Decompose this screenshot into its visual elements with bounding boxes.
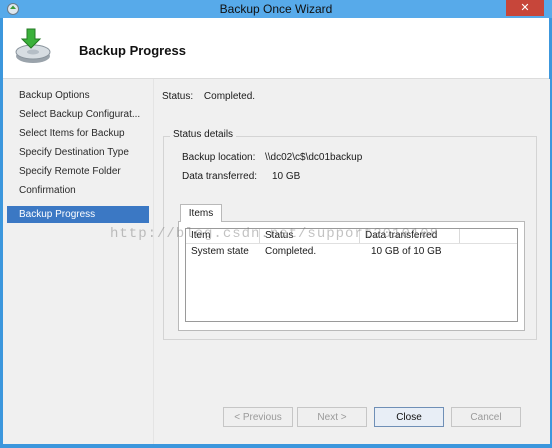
wizard-content: Status: Completed. Status details Backup…	[153, 79, 550, 444]
next-button[interactable]: Next >	[297, 407, 367, 427]
wizard-window: Backup Once Wizard ✕ Backup Progress Bac…	[0, 0, 552, 448]
data-transferred-value: 10 GB	[272, 171, 301, 182]
nav-step-select-items[interactable]: Select Items for Backup	[7, 125, 149, 142]
nav-step-confirmation[interactable]: Confirmation	[7, 182, 149, 199]
previous-button[interactable]: < Previous	[223, 407, 293, 427]
page-title: Backup Progress	[79, 43, 186, 58]
table-header: Item Status Data transferred	[186, 229, 517, 244]
nav-step-select-backup-configuration[interactable]: Select Backup Configurat...	[7, 106, 149, 123]
tab-items[interactable]: Items	[180, 204, 222, 222]
close-button[interactable]: Close	[374, 407, 444, 427]
nav-step-backup-progress[interactable]: Backup Progress	[7, 206, 149, 223]
wizard-body: Backup Progress Backup Options Select Ba…	[3, 18, 550, 444]
window-title: Backup Once Wizard	[219, 2, 333, 16]
cancel-button[interactable]: Cancel	[451, 407, 521, 427]
cell-item: System state	[191, 246, 249, 257]
items-table[interactable]: Item Status Data transferred System stat…	[185, 228, 518, 322]
data-transferred-label: Data transferred:	[182, 171, 258, 182]
nav-step-backup-options[interactable]: Backup Options	[7, 87, 149, 104]
items-tab-panel: Item Status Data transferred System stat…	[178, 221, 525, 331]
status-label: Status:	[162, 91, 194, 102]
close-window-button[interactable]: ✕	[506, 0, 544, 16]
backup-disk-arrow-icon	[15, 28, 51, 63]
column-header-data-transferred[interactable]: Data transferred	[360, 229, 460, 243]
status-value: Completed.	[203, 91, 256, 102]
backup-location-value: \\dc02\c$\dc01backup	[265, 152, 363, 163]
wizard-header: Backup Progress	[3, 18, 549, 79]
nav-step-remote-folder[interactable]: Specify Remote Folder	[7, 163, 149, 180]
title-bar[interactable]: Backup Once Wizard ✕	[0, 0, 552, 18]
cell-status: Completed.	[265, 246, 317, 257]
column-header-status[interactable]: Status	[260, 229, 360, 243]
column-header-item[interactable]: Item	[186, 229, 260, 243]
nav-step-destination-type[interactable]: Specify Destination Type	[7, 144, 149, 161]
backup-location-label: Backup location:	[182, 152, 256, 163]
status-row: Status: Completed.	[162, 91, 255, 102]
status-details-legend: Status details	[170, 129, 237, 140]
wizard-steps-nav: Backup Options Select Backup Configurat.…	[3, 79, 153, 444]
cell-data-transferred: 10 GB of 10 GB	[371, 246, 442, 257]
